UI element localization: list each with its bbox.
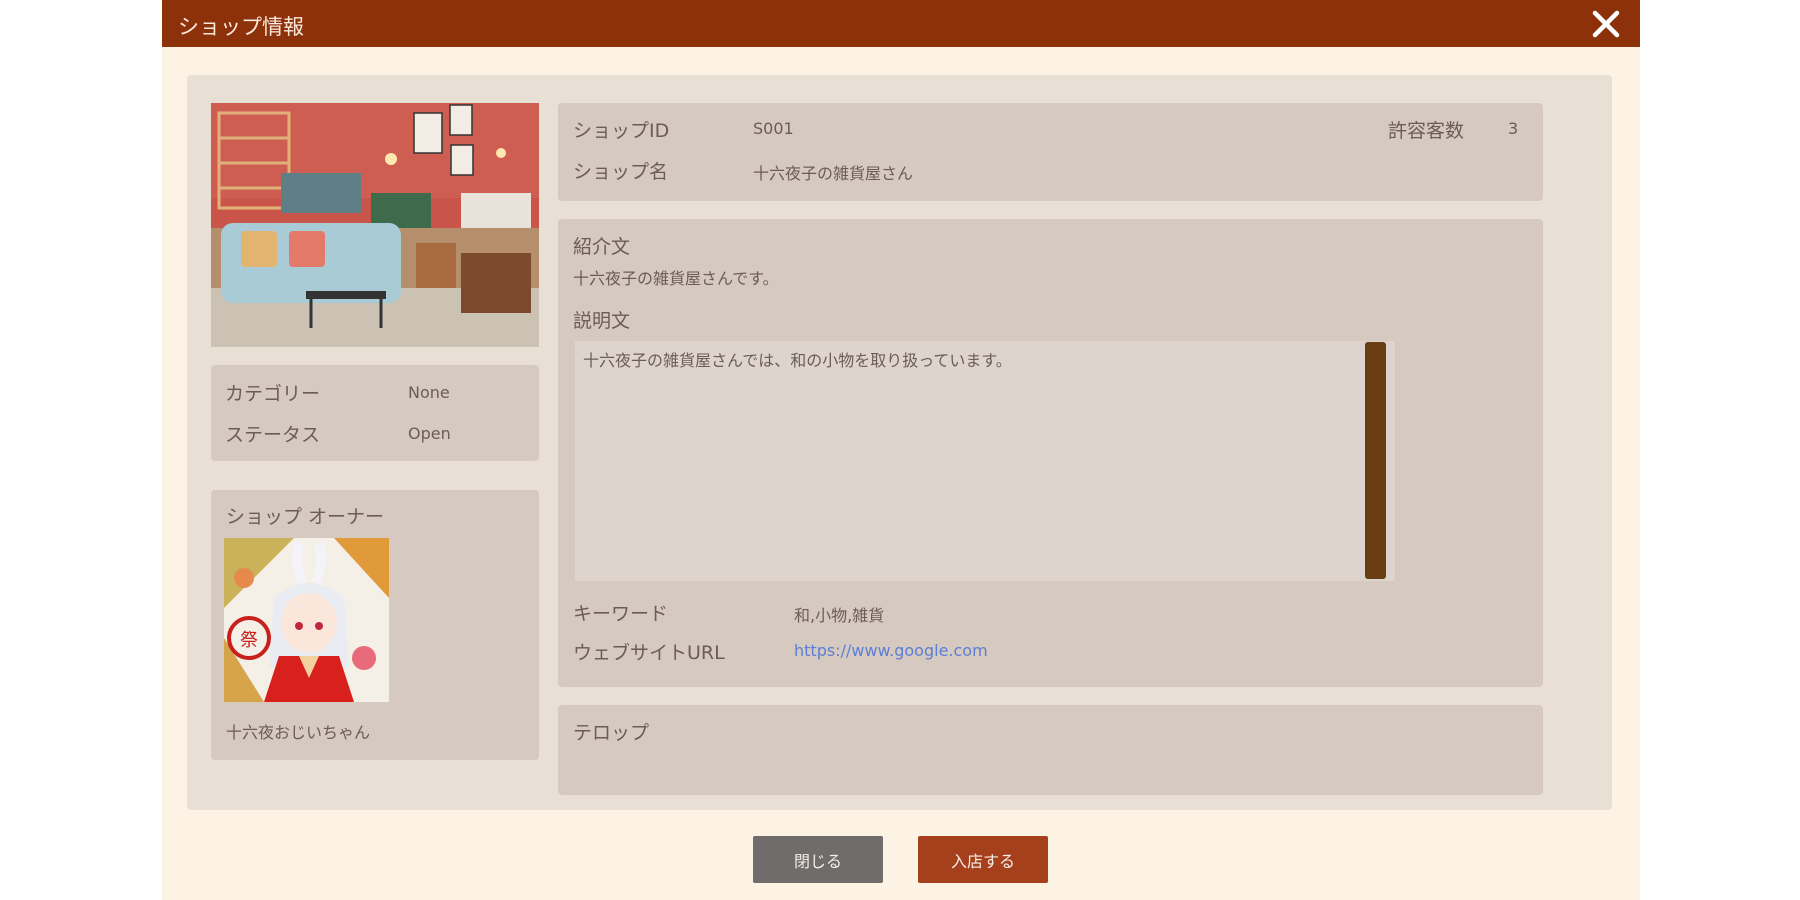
ticker-panel: テロップ — [558, 705, 1543, 795]
dialog-title: ショップ情報 — [178, 15, 304, 39]
shop-id-panel: ショップID S001 許容客数 3 ショップ名 十六夜子の雑貨屋さん — [558, 103, 1543, 201]
content-area: カテゴリー None ステータス Open ショップ オーナー 祭 十六夜おじい… — [187, 75, 1612, 810]
close-icon — [1592, 10, 1620, 38]
website-label: ウェブサイトURL — [573, 642, 725, 664]
category-value: None — [408, 383, 450, 402]
shop-owner-panel: ショップ オーナー 祭 十六夜おじいちゃん — [211, 490, 539, 760]
svg-text:祭: 祭 — [240, 630, 258, 651]
description-label: 説明文 — [573, 310, 631, 332]
intro-label: 紹介文 — [573, 236, 631, 258]
description-textarea[interactable]: 十六夜子の雑貨屋さんでは、和の小物を取り扱っています。 — [575, 341, 1395, 581]
description-panel: 紹介文 十六夜子の雑貨屋さんです。 説明文 十六夜子の雑貨屋さんでは、和の小物を… — [558, 219, 1543, 687]
shop-info-dialog: ショップ情報 カテゴリー None ステータス Open ショップ オーナー 祭… — [162, 0, 1640, 900]
keyword-value: 和,小物,雑貨 — [794, 606, 885, 625]
description-scrollbar[interactable] — [1365, 342, 1386, 579]
owner-name: 十六夜おじいちゃん — [226, 723, 371, 742]
shop-image — [211, 103, 539, 347]
ticker-label: テロップ — [573, 722, 650, 744]
close-button[interactable] — [1586, 4, 1626, 44]
capacity-label: 許容客数 — [1388, 120, 1465, 142]
shop-id-label: ショップID — [573, 120, 670, 142]
shop-id-value: S001 — [753, 119, 794, 138]
close-dialog-button[interactable]: 閉じる — [753, 836, 883, 883]
category-label: カテゴリー — [225, 383, 321, 405]
keyword-label: キーワード — [573, 603, 669, 625]
owner-avatar: 祭 — [224, 538, 389, 702]
intro-text: 十六夜子の雑貨屋さんです。 — [573, 269, 779, 288]
category-status-panel: カテゴリー None ステータス Open — [211, 365, 539, 461]
description-text: 十六夜子の雑貨屋さんでは、和の小物を取り扱っています。 — [583, 351, 1012, 370]
owner-section-label: ショップ オーナー — [226, 506, 385, 528]
title-bar: ショップ情報 — [162, 0, 1640, 47]
status-value: Open — [408, 424, 451, 443]
shop-name-value: 十六夜子の雑貨屋さん — [753, 164, 914, 183]
website-link[interactable]: https://www.google.com — [794, 641, 988, 660]
shop-name-label: ショップ名 — [573, 161, 669, 183]
capacity-value: 3 — [1508, 119, 1519, 138]
enter-shop-button[interactable]: 入店する — [918, 836, 1048, 883]
status-label: ステータス — [225, 424, 321, 446]
